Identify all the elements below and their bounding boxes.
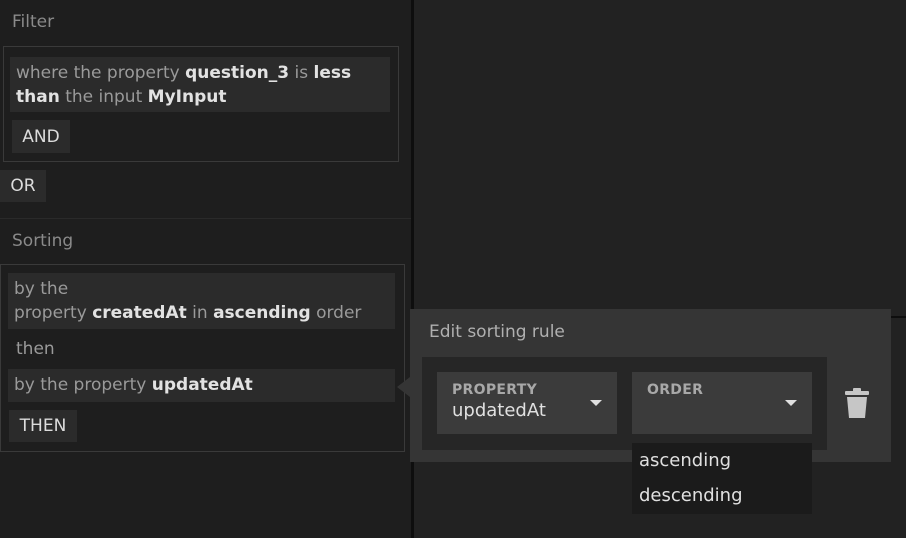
then-connector: then <box>16 339 55 359</box>
sorting-rule-2-prefix: by the property <box>14 375 147 395</box>
sorting-rule-2[interactable]: by the property updatedAt <box>8 369 395 402</box>
sorting-rule-1-order: ascending <box>213 303 311 323</box>
filter-rule-input-word: the input <box>65 87 143 107</box>
and-button[interactable]: AND <box>12 120 70 153</box>
filter-rule-prefix: where the property <box>16 63 180 83</box>
property-select[interactable]: PROPERTY updatedAt <box>437 372 617 434</box>
order-option-descending[interactable]: descending <box>639 485 743 506</box>
chevron-down-icon[interactable] <box>590 400 602 406</box>
sorting-rule-1[interactable]: by the property createdAt in ascending o… <box>8 273 395 329</box>
property-select-value: updatedAt <box>452 400 546 421</box>
filter-rule[interactable]: where the property question_3 is less th… <box>10 57 390 112</box>
sorting-rule-2-property: updatedAt <box>151 375 253 395</box>
order-option-ascending[interactable]: ascending <box>639 450 731 471</box>
sorting-rule-1-property: createdAt <box>92 303 187 323</box>
popover-arrow <box>397 377 410 397</box>
chevron-down-icon[interactable] <box>785 400 797 406</box>
sorting-rule-1-suffix: order <box>316 303 362 323</box>
filter-rule-operator-b: than <box>16 87 60 107</box>
filter-rule-property: question_3 <box>185 63 290 83</box>
sorting-rule-1-in: in <box>192 303 208 323</box>
order-dropdown-menu: ascending descending <box>632 443 812 514</box>
sorting-rule-1-prefix: by the <box>14 279 69 299</box>
sorting-title: Sorting <box>12 231 74 251</box>
filter-rule-input-name: MyInput <box>147 87 227 107</box>
filter-title: Filter <box>12 12 55 32</box>
popover-title: Edit sorting rule <box>429 322 565 342</box>
order-select-label: ORDER <box>647 382 704 398</box>
or-button[interactable]: OR <box>0 170 46 202</box>
trash-icon[interactable] <box>845 388 869 418</box>
sorting-rule-1-property-word: property <box>14 303 87 323</box>
then-button[interactable]: THEN <box>9 410 77 442</box>
filter-rule-is: is <box>294 63 309 83</box>
filter-rule-operator-a: less <box>313 63 352 83</box>
order-select[interactable]: ORDER <box>632 372 812 434</box>
property-select-label: PROPERTY <box>452 382 538 398</box>
section-separator <box>0 218 411 219</box>
